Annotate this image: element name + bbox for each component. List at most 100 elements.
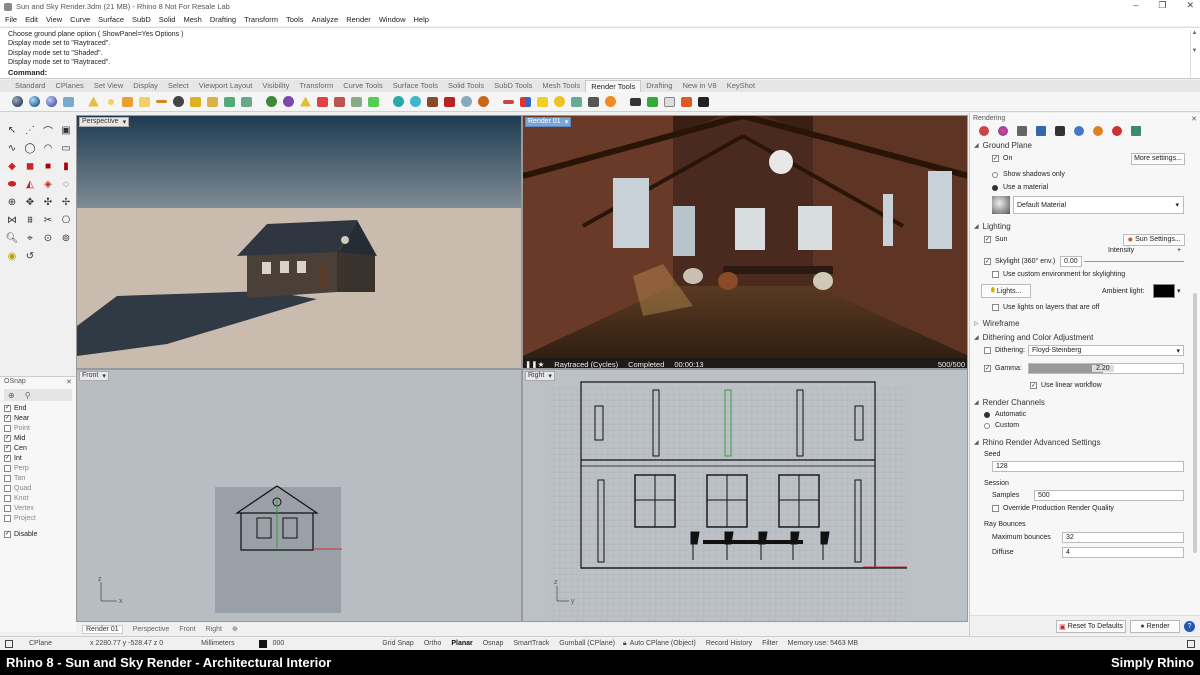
menu-render[interactable]: Render bbox=[346, 15, 371, 24]
panel-close-icon[interactable]: ✕ bbox=[1191, 115, 1197, 123]
toggle-gumball[interactable]: Gumball (CPlane) bbox=[559, 640, 615, 647]
osnap-checkbox[interactable] bbox=[4, 484, 11, 492]
tab-visibility[interactable]: Visibility bbox=[257, 80, 294, 92]
rectangle-icon[interactable]: ▭ bbox=[58, 140, 74, 156]
menu-drafting[interactable]: Drafting bbox=[210, 15, 236, 24]
tab-display[interactable]: Display bbox=[128, 80, 163, 92]
mesh-icon[interactable]: ◈ bbox=[40, 176, 56, 192]
lighting-header[interactable]: ◢ Lighting bbox=[970, 219, 1200, 233]
directional-light-icon[interactable] bbox=[120, 94, 135, 109]
layer-swatch[interactable] bbox=[258, 639, 267, 648]
loft-icon[interactable]: ◭ bbox=[22, 176, 38, 192]
tab-mesh-tools[interactable]: Mesh Tools bbox=[537, 80, 585, 92]
lamp-icon[interactable] bbox=[552, 94, 567, 109]
dithering-checkbox[interactable] bbox=[984, 347, 991, 354]
gamma-slider[interactable]: 2.20 bbox=[1028, 363, 1184, 374]
toggle-smarttrack[interactable]: SmartTrack bbox=[513, 640, 549, 647]
skylight-intensity-field[interactable]: 0.00 bbox=[1060, 256, 1082, 267]
brown-box-icon[interactable] bbox=[425, 94, 440, 109]
osnap-item[interactable]: Point bbox=[0, 423, 76, 433]
paint-brush-icon[interactable] bbox=[501, 94, 516, 109]
chevron-down-icon[interactable]: ▾ bbox=[1177, 287, 1181, 295]
object-icon[interactable] bbox=[696, 94, 711, 109]
sweep-icon[interactable]: ⬬ bbox=[4, 176, 20, 192]
units[interactable]: Millimeters bbox=[201, 640, 234, 647]
tab-solid-tools[interactable]: Solid Tools bbox=[443, 80, 489, 92]
toggle-grid-snap[interactable]: Grid Snap bbox=[382, 640, 414, 647]
viewport-tab-render[interactable]: Render 01 bbox=[82, 624, 123, 634]
viewport-label-right[interactable]: Right ▾ bbox=[525, 371, 555, 381]
tab-standard[interactable]: Standard bbox=[10, 80, 50, 92]
osnap-item[interactable]: Tan bbox=[0, 473, 76, 483]
texture-icon[interactable] bbox=[205, 94, 220, 109]
pause-icon[interactable]: ❚❚★ bbox=[525, 360, 544, 369]
command-scrollbar[interactable]: ▲ ▼ bbox=[1190, 30, 1198, 78]
orange-sphere-icon[interactable] bbox=[476, 94, 491, 109]
panel-scrollbar[interactable] bbox=[1193, 293, 1197, 553]
menu-curve[interactable]: Curve bbox=[70, 15, 90, 24]
layer-name[interactable]: 000 bbox=[273, 640, 285, 647]
box-icon[interactable]: ■ bbox=[40, 158, 56, 174]
tab-subd-tools[interactable]: SubD Tools bbox=[489, 80, 537, 92]
tab-transform[interactable]: Transform bbox=[294, 80, 338, 92]
osnap-item[interactable]: ✓ Near bbox=[0, 413, 76, 423]
sun-settings-button[interactable]: ✹ Sun Settings... bbox=[1123, 233, 1185, 246]
tab-keyshot[interactable]: KeyShot bbox=[722, 80, 760, 92]
color-grid-icon[interactable] bbox=[518, 94, 533, 109]
viewport-label-perspective[interactable]: Perspective ▾ bbox=[79, 117, 130, 127]
revolve-icon[interactable]: ◌ bbox=[58, 176, 74, 192]
display-icon[interactable] bbox=[1017, 126, 1027, 136]
menu-surface[interactable]: Surface bbox=[98, 15, 124, 24]
snap-icon[interactable]: ◉ bbox=[4, 248, 20, 264]
tab-viewport-layout[interactable]: Viewport Layout bbox=[194, 80, 258, 92]
box-map-icon[interactable] bbox=[366, 94, 381, 109]
viewport-perspective[interactable]: Perspective ▾ bbox=[76, 115, 522, 369]
ground-plane-icon[interactable] bbox=[1131, 126, 1141, 136]
render-settings-icon[interactable] bbox=[979, 126, 989, 136]
viewport-tab-front[interactable]: Front bbox=[179, 626, 195, 633]
automatic-radio[interactable] bbox=[984, 411, 990, 418]
toggle-auto-cplane[interactable]: Auto CPlane (Object) bbox=[630, 640, 696, 647]
viewport-right[interactable]: Right ▾ y z bbox=[522, 369, 968, 622]
toggle-ortho[interactable]: Ortho bbox=[424, 640, 442, 647]
skylight-checkbox[interactable]: ✓ bbox=[984, 258, 991, 265]
cplane-label[interactable]: CPlane bbox=[29, 640, 52, 647]
viewport-label-render[interactable]: Render 01 ▾ bbox=[525, 117, 572, 127]
polyline-icon[interactable]: ⌒ bbox=[40, 122, 56, 138]
osnap-checkbox[interactable]: ✓ bbox=[4, 414, 11, 422]
shadows-only-radio[interactable] bbox=[992, 171, 998, 178]
close-button[interactable]: ✕ bbox=[1186, 0, 1194, 11]
cyan-sphere-icon[interactable] bbox=[408, 94, 423, 109]
circle-icon[interactable]: ◯ bbox=[22, 140, 38, 156]
globe-icon[interactable] bbox=[459, 94, 474, 109]
texture-palette-icon[interactable] bbox=[569, 94, 584, 109]
edit-light-icon[interactable] bbox=[298, 94, 313, 109]
dithering-select[interactable]: Floyd-Steinberg ▾ bbox=[1028, 345, 1184, 356]
menu-analyze[interactable]: Analyze bbox=[312, 15, 339, 24]
ground-plane-header[interactable]: ◢ Ground Plane bbox=[970, 138, 1200, 152]
osnap-checkbox[interactable] bbox=[4, 494, 11, 502]
add-icon[interactable]: ⊕ bbox=[8, 391, 15, 400]
custom-env-checkbox[interactable] bbox=[992, 271, 999, 278]
filter-icon[interactable]: ⚲ bbox=[25, 391, 31, 400]
advanced-header[interactable]: ◢ Rhino Render Advanced Settings bbox=[970, 435, 1200, 449]
mirror-icon[interactable]: ⋈ bbox=[4, 212, 20, 228]
environment-icon[interactable] bbox=[188, 94, 203, 109]
render-mesh-icon[interactable] bbox=[349, 94, 364, 109]
trim-icon[interactable]: ✂ bbox=[40, 212, 56, 228]
tab-curve-tools[interactable]: Curve Tools bbox=[338, 80, 387, 92]
use-material-radio[interactable] bbox=[992, 184, 998, 191]
skylight-icon[interactable] bbox=[281, 94, 296, 109]
osnap-item[interactable]: ✓ Cen bbox=[0, 443, 76, 453]
menu-subd[interactable]: SubD bbox=[132, 15, 151, 24]
dithering-header[interactable]: ◢ Dithering and Color Adjustment bbox=[970, 330, 1200, 344]
sun-checkbox[interactable]: ✓ bbox=[984, 236, 991, 243]
max-bounces-field[interactable]: 32 bbox=[1062, 532, 1184, 543]
dimension-icon[interactable]: ⌖ bbox=[22, 230, 38, 246]
cylinder-icon[interactable]: ▮ bbox=[58, 158, 74, 174]
layer-icon[interactable]: ⊚ bbox=[58, 230, 74, 246]
osnap-item[interactable]: ✓ End bbox=[0, 403, 76, 413]
render-window-icon[interactable] bbox=[44, 94, 59, 109]
menu-view[interactable]: View bbox=[46, 15, 62, 24]
linear-workflow-checkbox[interactable]: ✓ bbox=[1030, 382, 1037, 389]
